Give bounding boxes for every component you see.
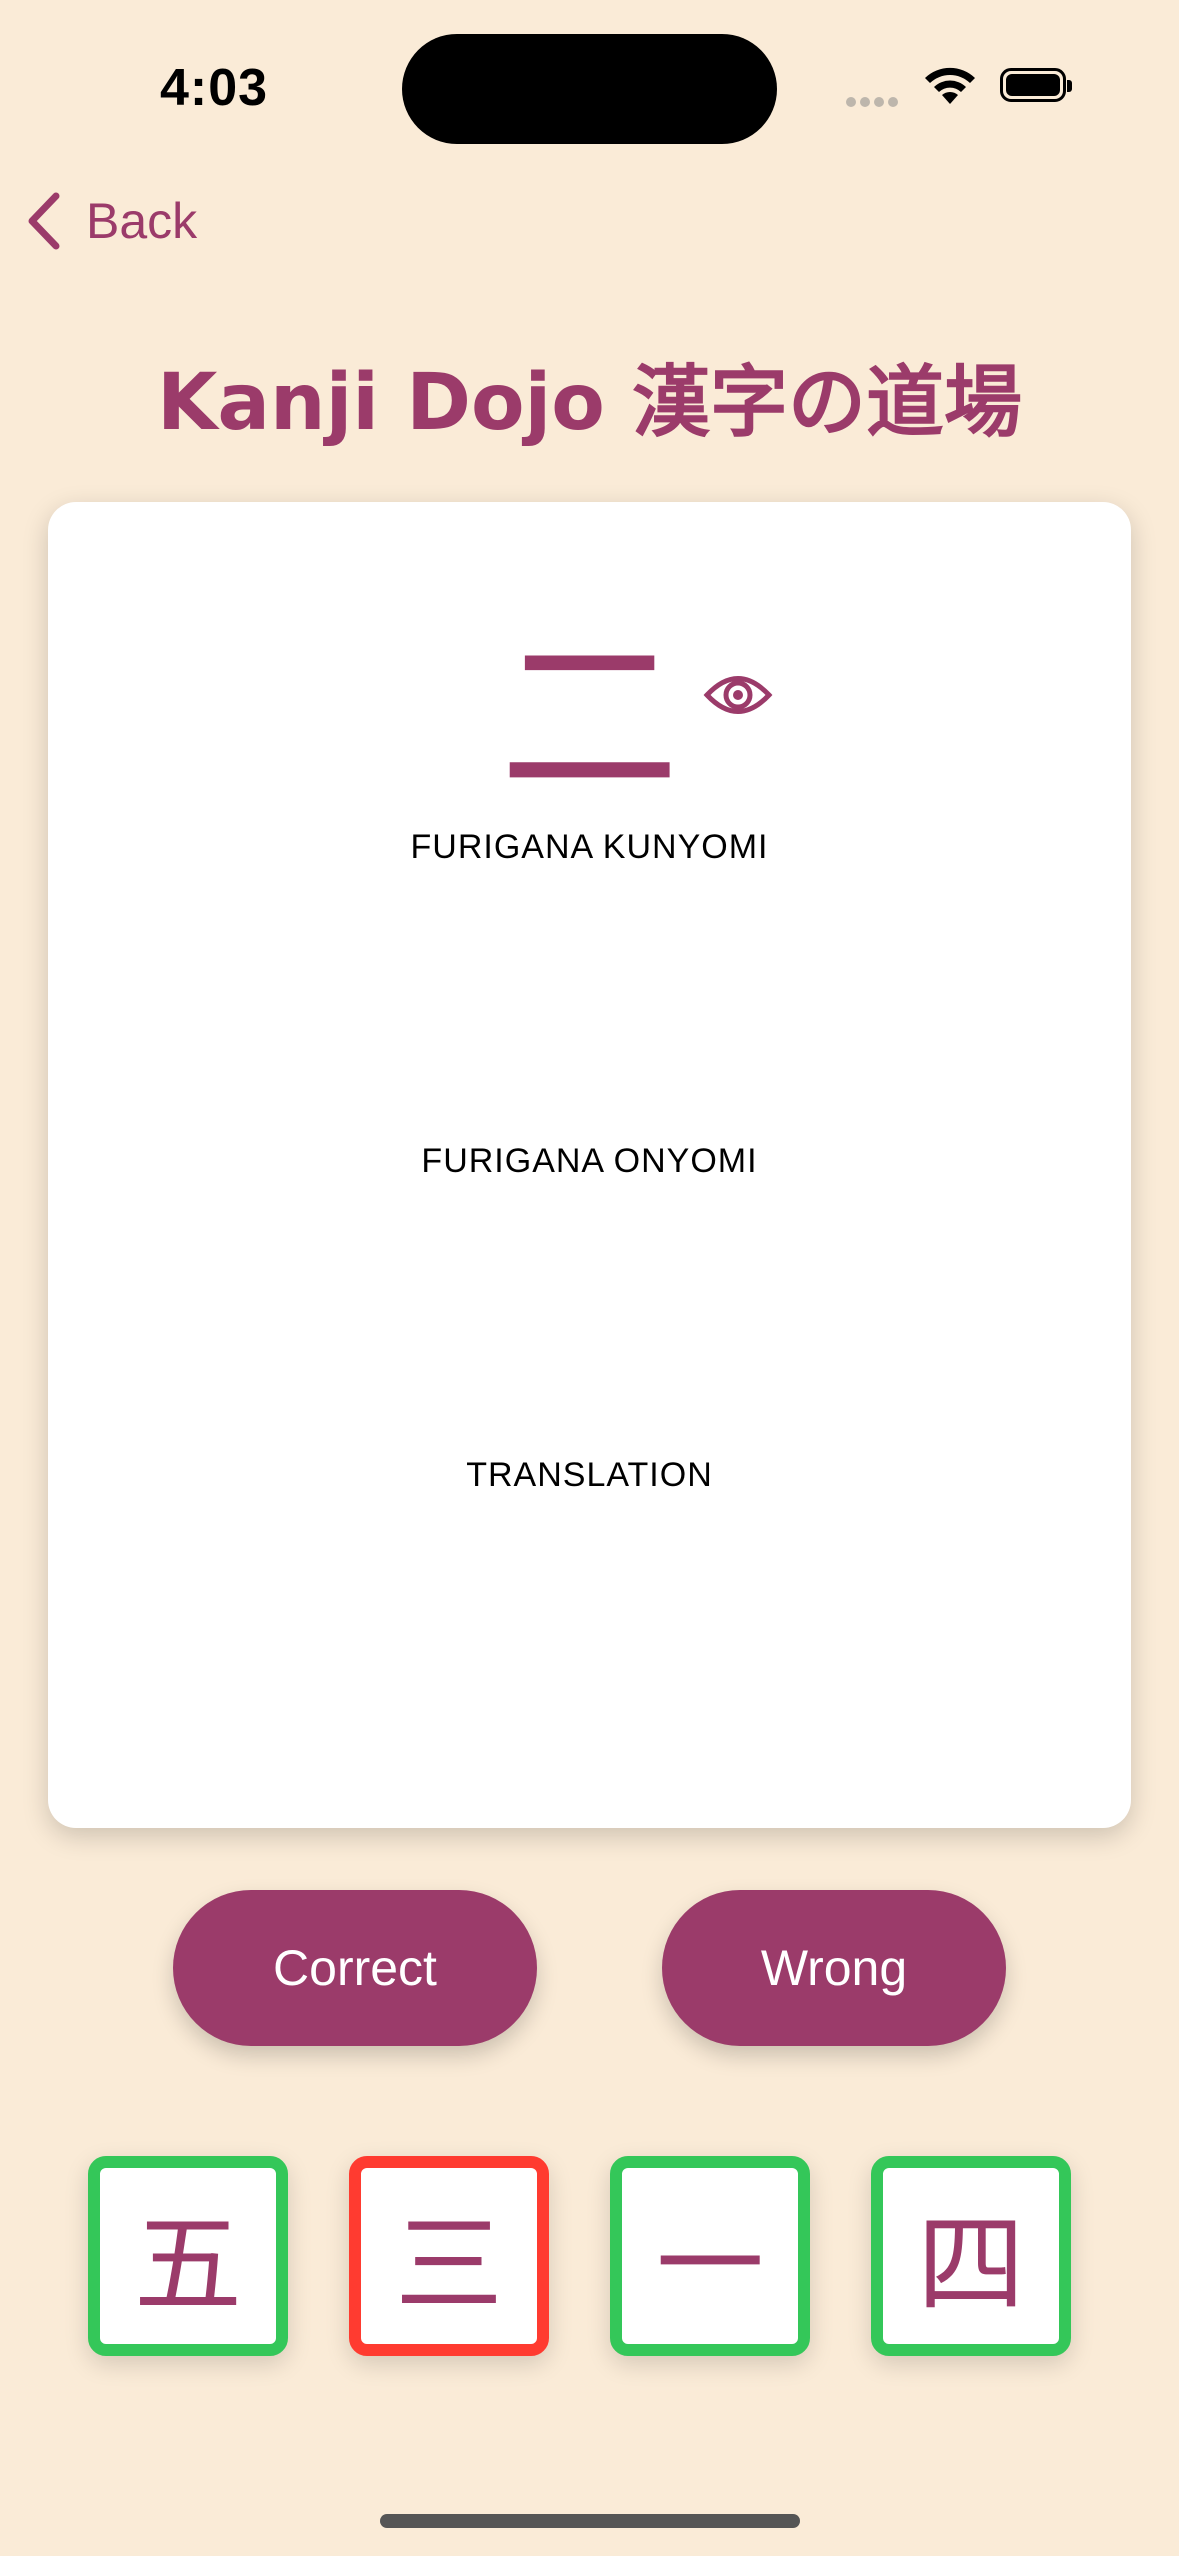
onyomi-label: FURIGANA ONYOMI (421, 1142, 758, 1180)
battery-icon (1000, 68, 1072, 102)
eye-icon[interactable] (703, 670, 773, 724)
history-tile-2[interactable]: 三 (349, 2156, 549, 2356)
status-time: 4:03 (160, 59, 269, 117)
chevron-left-icon (28, 192, 60, 250)
wrong-button[interactable]: Wrong (662, 1890, 1006, 2046)
correct-button[interactable]: Correct (173, 1890, 537, 2046)
translation-label: TRANSLATION (466, 1456, 713, 1494)
cellular-signal-icon (846, 92, 902, 111)
history-tile-4[interactable]: 四 (871, 2156, 1071, 2356)
kanji-character: 二 (499, 615, 680, 824)
kunyomi-label: FURIGANA KUNYOMI (410, 828, 769, 866)
back-button[interactable]: Back (24, 192, 197, 250)
kanji-flashcard: 二 FURIGANA KUNYOMI FURIGANA ONYOMI TRANS… (48, 502, 1131, 1828)
history-tile-3[interactable]: 一 (610, 2156, 810, 2356)
dynamic-island (402, 34, 777, 144)
back-label: Back (86, 193, 198, 249)
home-indicator[interactable] (380, 2514, 800, 2528)
page-title: Kanji Dojo 漢字の道場 (156, 358, 1023, 448)
history-tile-1[interactable]: 五 (88, 2156, 288, 2356)
wifi-icon (922, 64, 978, 110)
